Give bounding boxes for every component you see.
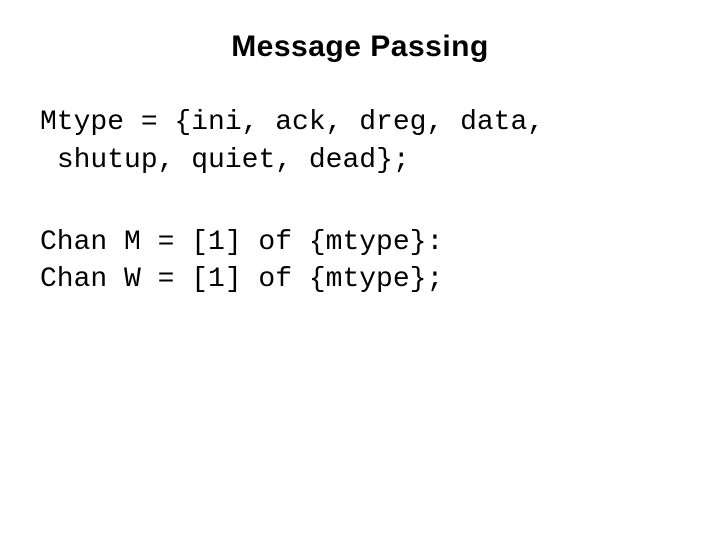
mtype-declaration: Mtype = {ini, ack, dreg, data, shutup, q… (40, 104, 680, 180)
slide: Message Passing Mtype = {ini, ack, dreg,… (0, 0, 720, 540)
channel-declaration: Chan M = [1] of {mtype}: Chan W = [1] of… (40, 224, 680, 300)
slide-title: Message Passing (40, 30, 680, 64)
